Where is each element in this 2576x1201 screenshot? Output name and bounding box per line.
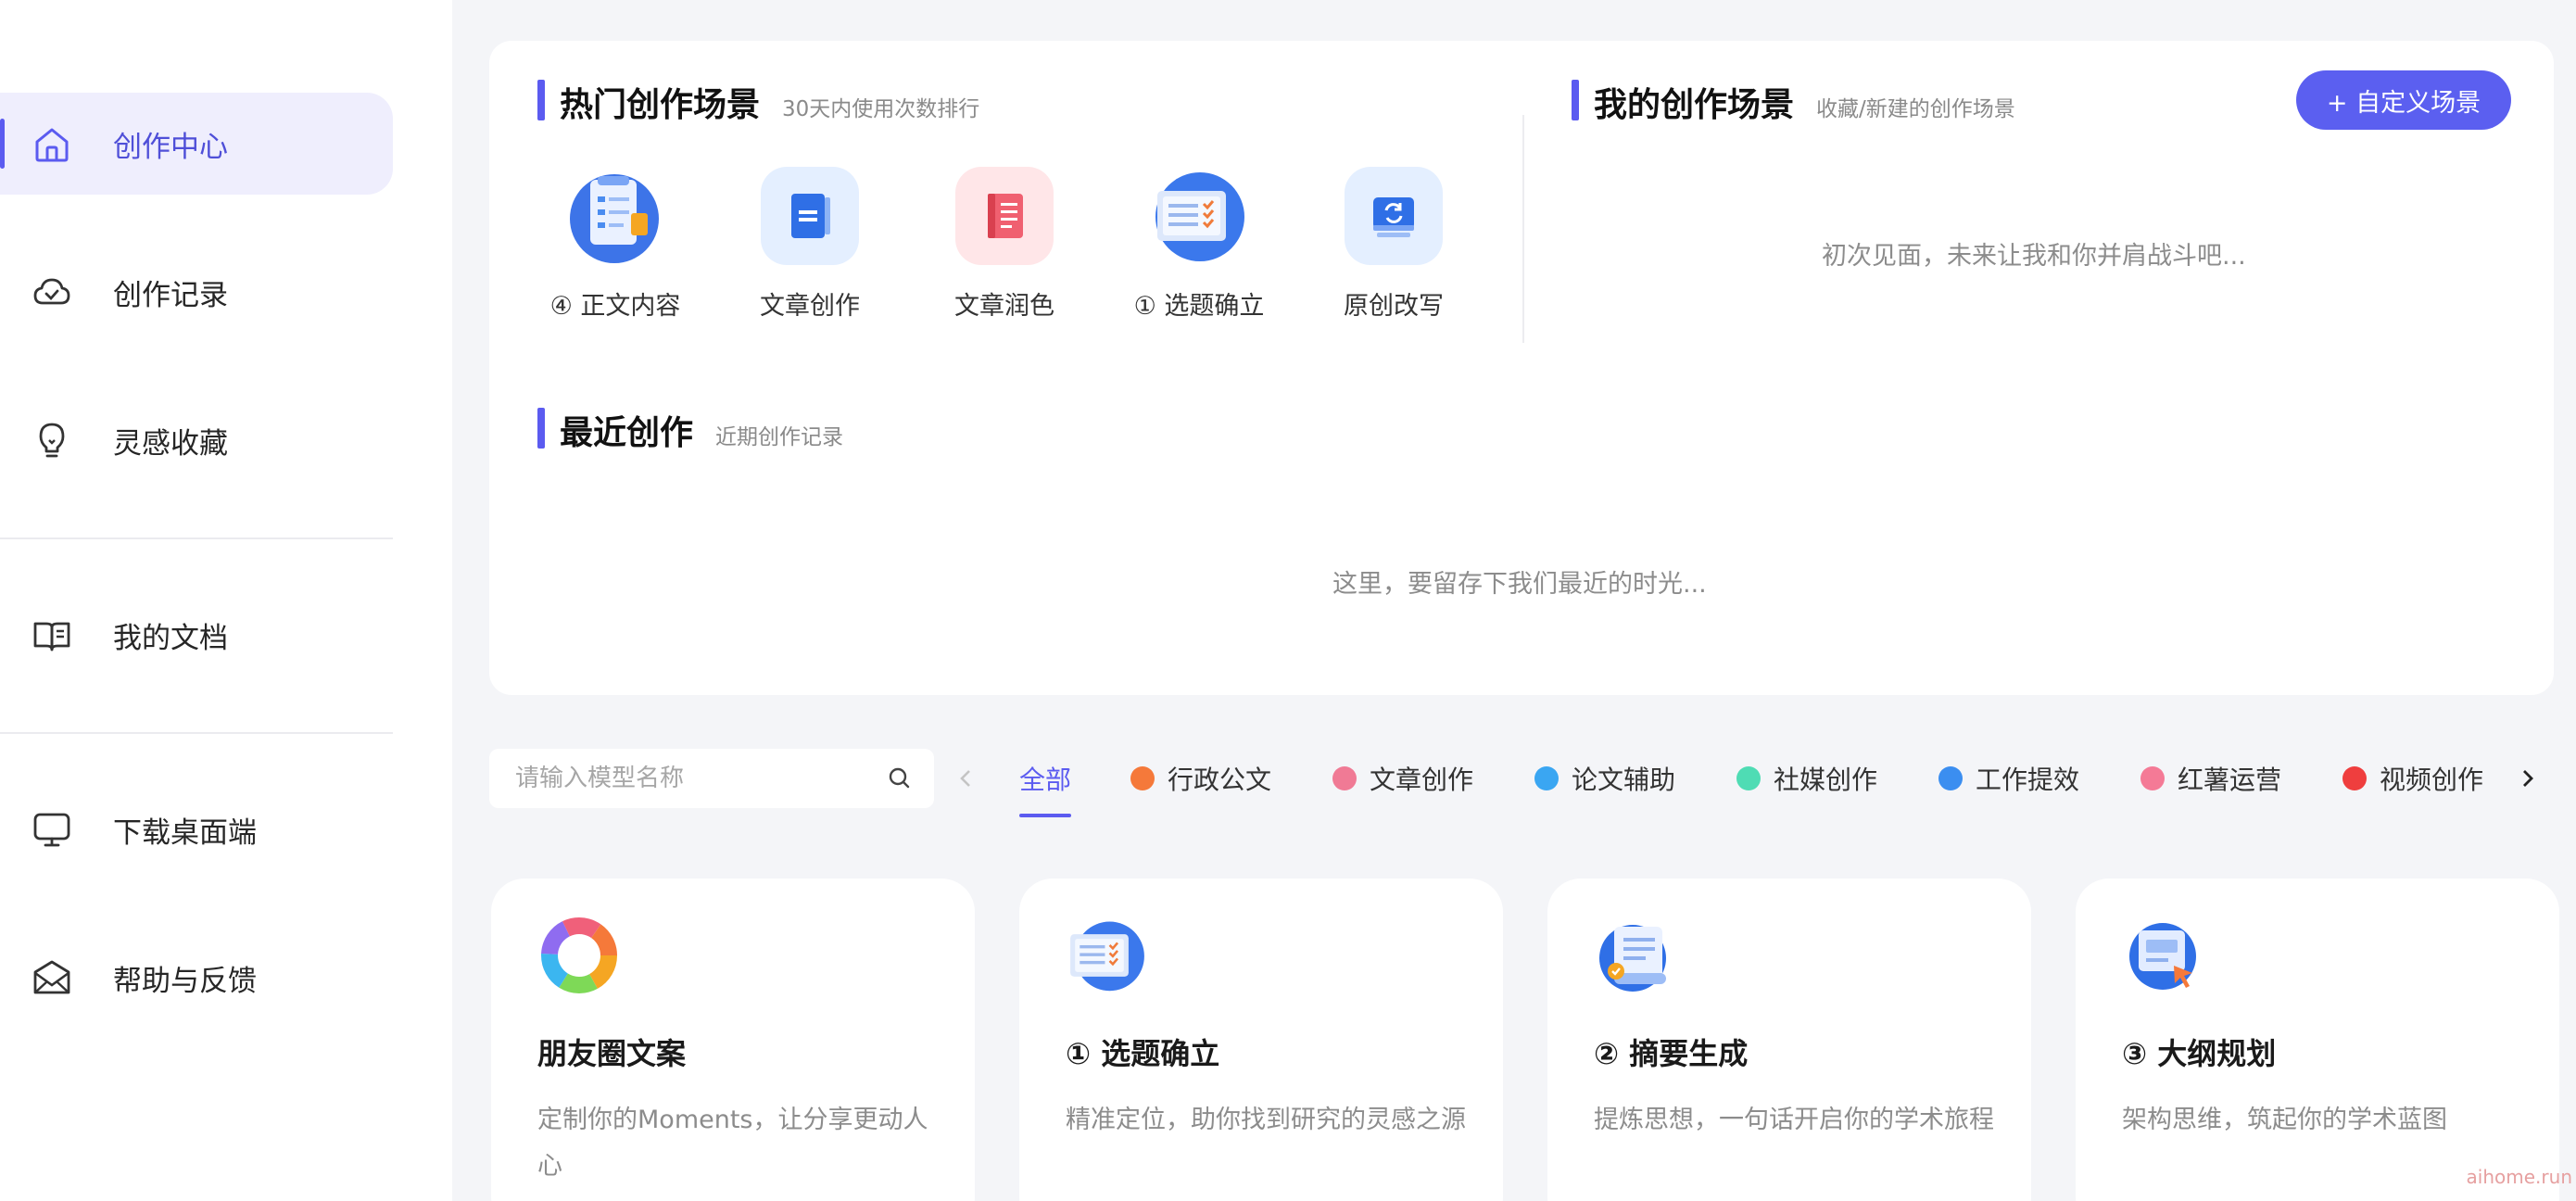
sidebar-item-label: 帮助与反馈 — [113, 964, 257, 998]
recent-empty-text: 这里，要留存下我们最近的时光... — [1332, 570, 1707, 599]
tab-productivity[interactable]: 工作提效 — [1938, 758, 2079, 799]
checklist-doc-icon — [1070, 921, 1144, 992]
tab-label: 红薯运营 — [2178, 765, 2282, 795]
sidebar-divider — [0, 537, 393, 539]
hot-scene-label: ④ 正文内容 — [549, 292, 681, 321]
card-title: ③ 大纲规划 — [2122, 1036, 2277, 1071]
watermark: aihome.run — [2466, 1166, 2572, 1188]
hot-scene-label: 原创改写 — [1344, 292, 1444, 321]
tab-label: 全部 — [1019, 765, 1072, 795]
section-title: 最近创作 — [560, 414, 694, 452]
sidebar-item-label: 灵感收藏 — [113, 426, 228, 461]
my-scenes-empty-text: 初次见面，未来让我和你并肩战斗吧... — [1822, 242, 2246, 271]
tab-label: 工作提效 — [1976, 765, 2080, 795]
search-icon[interactable] — [886, 765, 914, 792]
hot-scene-item[interactable]: 原创改写 — [1301, 167, 1486, 322]
category-dot — [1736, 766, 1761, 790]
section-accent-bar — [537, 80, 545, 120]
section-divider — [1522, 115, 1524, 343]
home-icon — [35, 128, 69, 162]
cloud-icon — [33, 278, 70, 305]
card-title: ② 摘要生成 — [1594, 1036, 1749, 1071]
section-accent-bar — [1572, 80, 1579, 120]
sidebar-item-label: 我的文档 — [113, 621, 228, 655]
monitor-icon — [33, 813, 70, 847]
tab-thesis-assist[interactable]: 论文辅助 — [1534, 758, 1675, 799]
sidebar-item-help-feedback[interactable]: 帮助与反馈 — [0, 927, 393, 1029]
card-description: 精准定位，助你找到研究的灵感之源 — [1066, 1106, 1466, 1134]
category-dot — [2342, 766, 2367, 790]
sidebar: 创作中心 创作记录 灵感收藏 我的文档 下载桌面端 帮助与反馈 — [0, 0, 452, 1201]
tab-label: 行政公文 — [1168, 765, 1272, 795]
sidebar-item-inspiration[interactable]: 灵感收藏 — [0, 389, 393, 491]
section-subtitle: 收藏/新建的创作场景 — [1816, 97, 2015, 121]
sidebar-item-creation-records[interactable]: 创作记录 — [0, 241, 393, 343]
scene-card[interactable]: ③ 大纲规划 架构思维，筑起你的学术蓝图 — [2076, 879, 2559, 1201]
red-book-icon — [955, 167, 1054, 265]
hot-scenes-header: 热门创作场景 30天内使用次数排行 — [560, 78, 979, 126]
sidebar-item-label: 创作记录 — [113, 278, 228, 312]
scene-card[interactable]: ① 选题确立 精准定位，助你找到研究的灵感之源 — [1019, 879, 1503, 1201]
scroll-doc-icon — [1599, 925, 1666, 992]
blue-book-icon — [761, 167, 859, 265]
sidebar-item-label: 创作中心 — [113, 130, 228, 164]
hot-scene-item[interactable]: 文章创作 — [717, 167, 903, 322]
document-book-icon — [33, 622, 70, 651]
sidebar-item-download-desktop[interactable]: 下载桌面端 — [0, 778, 393, 880]
tab-xiaohongshu-ops[interactable]: 红薯运营 — [2140, 758, 2281, 799]
custom-scene-button[interactable]: + 自定义场景 — [2296, 70, 2511, 130]
tab-label: 社媒创作 — [1774, 765, 1878, 795]
tab-social-media[interactable]: 社媒创作 — [1736, 758, 1877, 799]
hot-scene-label: 文章润色 — [954, 292, 1054, 321]
scenes-panel: 热门创作场景 30天内使用次数排行 ④ 正文内容 文章创作 文章润色 ① 选题确… — [489, 41, 2554, 695]
card-description: 提炼思想，一句话开启你的学术旅程 — [1594, 1106, 1994, 1134]
mail-feedback-icon — [33, 960, 70, 994]
card-title: ① 选题确立 — [1066, 1036, 1220, 1071]
tab-video-creation[interactable]: 视频创作 — [2342, 758, 2483, 799]
lightbulb-icon — [39, 423, 65, 458]
category-dot — [2140, 766, 2165, 790]
category-dot — [1130, 766, 1155, 790]
hot-scene-label: ① 选题确立 — [1133, 292, 1265, 321]
sidebar-divider — [0, 732, 393, 734]
category-dot — [1534, 766, 1559, 790]
hot-scene-item[interactable]: ④ 正文内容 — [523, 167, 708, 322]
chevron-left-icon[interactable] — [953, 760, 979, 797]
section-accent-bar — [537, 408, 545, 449]
section-subtitle: 30天内使用次数排行 — [782, 97, 980, 121]
outline-cursor-icon — [2129, 923, 2196, 990]
section-title: 我的创作场景 — [1594, 86, 1795, 124]
clipboard-checklist-icon — [566, 167, 664, 265]
checklist-doc-icon — [1150, 167, 1248, 265]
tab-administrative[interactable]: 行政公文 — [1130, 758, 1271, 799]
section-title: 热门创作场景 — [560, 86, 761, 124]
sidebar-item-creation-center[interactable]: 创作中心 — [0, 93, 393, 195]
section-subtitle: 近期创作记录 — [715, 425, 844, 449]
sidebar-item-my-documents[interactable]: 我的文档 — [0, 584, 393, 686]
hot-scene-item[interactable]: ① 选题确立 — [1106, 167, 1292, 322]
tab-label: 论文辅助 — [1572, 765, 1676, 795]
category-dot — [1938, 766, 1963, 790]
active-tab-indicator — [1019, 814, 1071, 817]
tab-article-writing[interactable]: 文章创作 — [1332, 758, 1473, 799]
hot-scene-item[interactable]: 文章润色 — [912, 167, 1097, 322]
my-scenes-header: 我的创作场景 收藏/新建的创作场景 — [1594, 78, 2015, 126]
rainbow-ring-icon — [541, 917, 617, 993]
tab-label: 视频创作 — [2380, 765, 2484, 795]
card-description: 定制你的Moments，让分享更动人心 — [537, 1106, 928, 1181]
tab-all[interactable]: 全部 — [1019, 758, 1071, 799]
search-input[interactable] — [515, 765, 867, 792]
hot-scene-label: 文章创作 — [760, 292, 860, 321]
card-refresh-icon — [1345, 167, 1443, 265]
scene-card[interactable]: ② 摘要生成 提炼思想，一句话开启你的学术旅程 — [1547, 879, 2031, 1201]
sidebar-item-label: 下载桌面端 — [113, 815, 257, 850]
scene-card[interactable]: 朋友圈文案 定制你的Moments，让分享更动人心 — [491, 879, 975, 1201]
card-title: 朋友圈文案 — [537, 1036, 687, 1071]
category-dot — [1332, 766, 1357, 790]
recent-header: 最近创作 近期创作记录 — [560, 406, 843, 454]
card-description: 架构思维，筑起你的学术蓝图 — [2122, 1106, 2447, 1134]
chevron-right-icon[interactable] — [2515, 760, 2541, 797]
model-search — [489, 749, 934, 808]
tab-label: 文章创作 — [1370, 765, 1474, 795]
